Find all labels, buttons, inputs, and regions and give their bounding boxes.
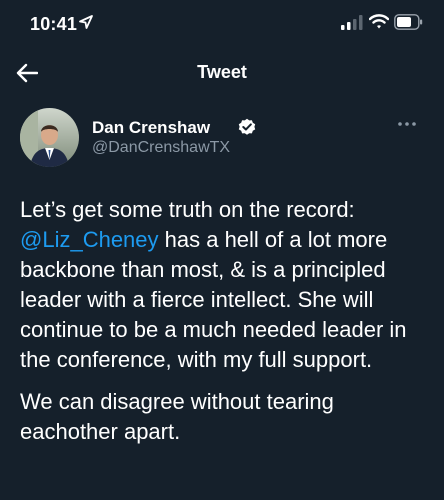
status-bar: 10:41: [0, 0, 444, 46]
tweet-text: Let’s get some truth on the record: @Liz…: [20, 195, 432, 459]
tweet-paragraph-1: Let’s get some truth on the record: @Liz…: [20, 195, 432, 375]
tweet-paragraph-2: We can disagree without tearing eachothe…: [20, 389, 334, 444]
wifi-icon: [369, 14, 389, 29]
mention-link[interactable]: @Liz_Cheney: [20, 227, 159, 252]
cellular-signal-icon: [341, 15, 363, 30]
verified-badge-icon: [238, 118, 256, 135]
more-horizontal-icon[interactable]: [396, 118, 418, 130]
nav-bar: Tweet: [0, 46, 444, 100]
tweet-author: Dan Crenshaw @DanCrenshawTX: [20, 108, 424, 168]
page-title: Tweet: [197, 62, 247, 82]
avatar[interactable]: [20, 108, 79, 167]
author-name[interactable]: Dan Crenshaw: [92, 118, 210, 138]
author-handle[interactable]: @DanCrenshawTX: [92, 139, 230, 157]
location-arrow-icon: [79, 15, 93, 29]
avatar-image: [20, 108, 79, 167]
tweet-text-before-mention: Let’s get some truth on the record:: [20, 197, 355, 222]
tweet-screen: 10:41 Tweet Dan Crenshaw @DanCrenshawTX …: [0, 0, 444, 500]
status-time: 10:41: [30, 14, 78, 34]
battery-icon: [394, 14, 423, 30]
